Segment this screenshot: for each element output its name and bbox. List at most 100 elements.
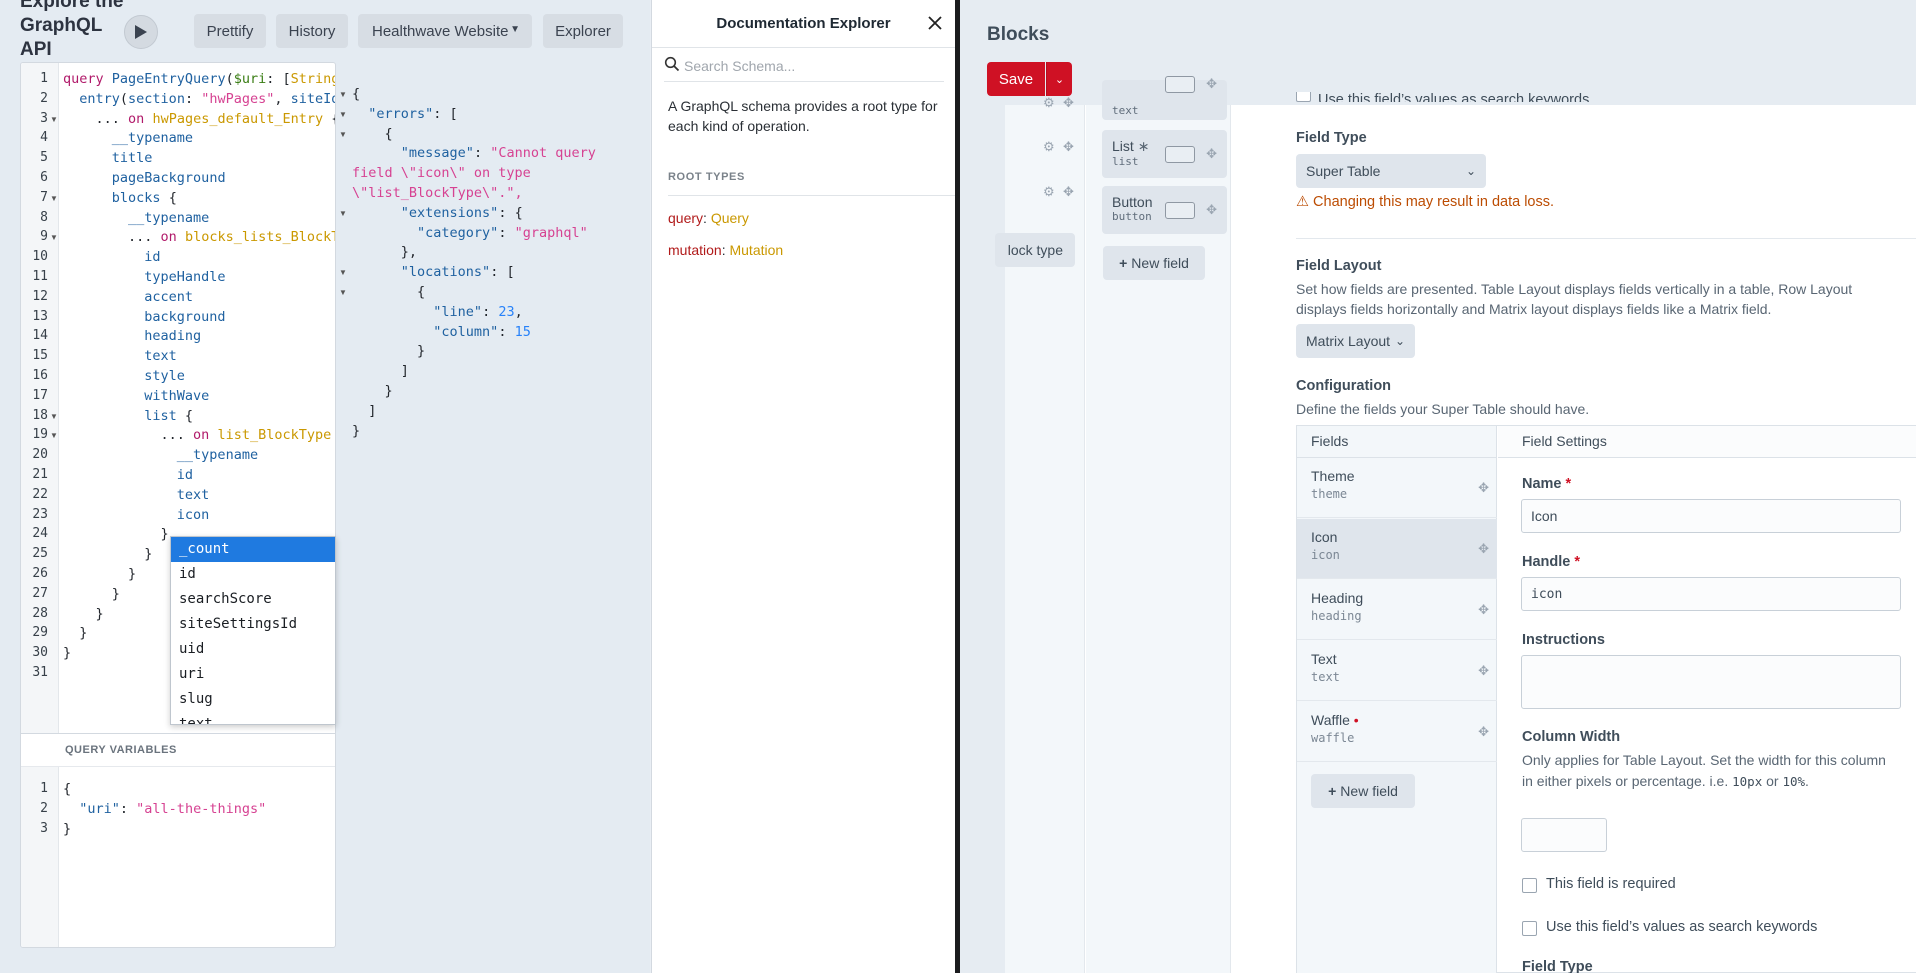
code-line[interactable]: text <box>63 487 210 503</box>
autocomplete-option[interactable]: uri <box>171 662 335 687</box>
code-line[interactable]: } <box>63 546 152 562</box>
autocomplete-dropdown[interactable]: _count id searchScore siteSettingsId uid uri s… <box>170 536 336 725</box>
code-line[interactable]: } <box>63 625 87 641</box>
root-type-query[interactable]: query: Query <box>668 210 749 226</box>
variables-line[interactable]: { <box>63 781 71 797</box>
fold-arrow-icon[interactable]: ▼ <box>339 268 347 277</box>
autocomplete-option[interactable]: searchScore <box>171 587 335 612</box>
root-type-mutation[interactable]: mutation: Mutation <box>668 242 783 258</box>
variables-line[interactable]: } <box>63 821 71 837</box>
move-icon[interactable]: ✥ <box>1206 76 1217 92</box>
autocomplete-option[interactable]: slug <box>171 687 335 712</box>
move-icon[interactable]: ✥ <box>1478 541 1489 557</box>
autocomplete-option[interactable]: _count <box>171 537 335 562</box>
required-checkbox-label[interactable]: This field is required <box>1546 876 1676 892</box>
toggle-icon[interactable] <box>1165 146 1195 163</box>
code-line[interactable]: } <box>63 645 71 661</box>
code-line[interactable]: query PageEntryQuery($uri: [String] <box>63 71 335 87</box>
move-icon[interactable]: ✥ <box>1206 202 1217 218</box>
code-line[interactable]: background <box>63 309 225 325</box>
fold-arrow-icon[interactable]: ▼ <box>50 412 58 421</box>
code-line[interactable]: __typename <box>63 447 258 463</box>
autocomplete-option[interactable]: siteSettingsId <box>171 612 335 637</box>
save-button[interactable]: Save <box>987 62 1045 96</box>
field-item-theme[interactable]: Theme theme ✥ <box>1297 458 1497 518</box>
field-item-heading[interactable]: Heading heading ✥ <box>1297 580 1497 640</box>
gear-icon[interactable]: ⚙ <box>1043 139 1055 155</box>
fold-arrow-icon[interactable]: ▼ <box>339 90 347 99</box>
code-line[interactable]: entry(section: "hwPages", siteId: <box>63 91 335 107</box>
move-icon[interactable]: ✥ <box>1063 95 1074 111</box>
search-keywords-checkbox-label[interactable]: Use this field’s values as search keywor… <box>1546 919 1817 935</box>
search-keywords-checkbox[interactable] <box>1522 921 1537 936</box>
gear-icon[interactable]: ⚙ <box>1043 95 1055 111</box>
block-field-item[interactable]: Button button ✥ <box>1102 186 1227 234</box>
field-item-waffle[interactable]: Waffle • waffle ✥ <box>1297 702 1497 762</box>
fold-arrow-icon[interactable]: ▼ <box>339 130 347 139</box>
field-item-icon[interactable]: Icon icon ✥ <box>1297 519 1497 579</box>
code-line[interactable]: ... on list_BlockType { <box>63 427 335 443</box>
fold-arrow-icon[interactable]: ▼ <box>50 431 58 440</box>
root-type-link[interactable]: Mutation <box>729 242 783 258</box>
site-select[interactable]: Healthwave Website ▼ <box>358 14 532 48</box>
move-icon[interactable]: ✥ <box>1478 480 1489 496</box>
history-button[interactable]: History <box>276 14 348 48</box>
code-line[interactable]: ... on hwPages_default_Entry { <box>63 111 336 127</box>
docs-search-input[interactable]: Search Schema... <box>664 54 944 82</box>
fold-arrow-icon[interactable]: ▼ <box>339 209 347 218</box>
query-variables-label[interactable]: QUERY VARIABLES <box>21 733 335 767</box>
code-line[interactable]: __typename <box>63 210 209 226</box>
code-line[interactable]: __typename <box>63 130 193 146</box>
close-icon[interactable] <box>925 13 945 33</box>
autocomplete-option[interactable]: text <box>171 712 335 724</box>
fold-arrow-icon[interactable]: ▼ <box>50 233 58 242</box>
save-menu-button[interactable]: ⌄ <box>1046 62 1072 96</box>
code-line[interactable]: list { <box>63 408 193 424</box>
name-input[interactable]: Icon <box>1521 499 1901 533</box>
code-line[interactable]: } <box>63 606 104 622</box>
move-icon[interactable]: ✥ <box>1478 663 1489 679</box>
code-line[interactable]: } <box>63 566 136 582</box>
toggle-icon[interactable] <box>1165 76 1195 93</box>
code-line[interactable]: icon <box>63 507 210 523</box>
gear-icon[interactable]: ⚙ <box>1043 184 1055 200</box>
code-line[interactable]: text <box>63 348 177 364</box>
code-line[interactable]: heading <box>63 328 201 344</box>
field-layout-select[interactable]: Matrix Layout ⌄ <box>1296 324 1415 358</box>
code-line[interactable]: title <box>63 150 153 166</box>
code-line[interactable]: ... on blocks_lists_BlockTy <box>63 229 335 245</box>
code-line[interactable]: accent <box>63 289 193 305</box>
code-line[interactable]: style <box>63 368 185 384</box>
move-icon[interactable]: ✥ <box>1063 139 1074 155</box>
code-line[interactable]: typeHandle <box>63 269 225 285</box>
variables-line[interactable]: "uri": "all-the-things" <box>63 801 266 817</box>
fold-arrow-icon[interactable]: ▼ <box>339 288 347 297</box>
code-line[interactable]: id <box>63 467 193 483</box>
prettify-button[interactable]: Prettify <box>194 14 266 48</box>
new-field-button[interactable]: + New field <box>1103 246 1205 280</box>
field-type-select[interactable]: Super Table ⌄ <box>1296 154 1486 188</box>
fold-arrow-icon[interactable]: ▼ <box>50 115 58 124</box>
explorer-button[interactable]: Explorer <box>543 14 623 48</box>
run-query-button[interactable] <box>124 15 158 49</box>
required-checkbox[interactable] <box>1522 878 1537 893</box>
toggle-icon[interactable] <box>1165 202 1195 219</box>
code-line[interactable]: } <box>63 586 120 602</box>
move-icon[interactable]: ✥ <box>1063 184 1074 200</box>
handle-input[interactable]: icon <box>1521 577 1901 611</box>
code-line[interactable]: id <box>63 249 160 265</box>
block-field-item[interactable]: List ∗ list ✥ <box>1102 130 1227 178</box>
code-line[interactable]: blocks { <box>63 190 177 206</box>
instructions-textarea[interactable] <box>1521 655 1901 709</box>
code-line[interactable]: withWave <box>63 388 209 404</box>
new-block-type-button[interactable]: lock type <box>995 233 1075 267</box>
autocomplete-option[interactable]: id <box>171 562 335 587</box>
new-field-button[interactable]: + New field <box>1311 774 1415 808</box>
query-editor[interactable]: 1 2 3 ▼ 4 5 6 7 ▼ 8 9 ▼ 10 11 12 13 14 15 16 17 18 ▼ 19 ▼ 20 21 22… <box>20 62 336 948</box>
move-icon[interactable]: ✥ <box>1478 724 1489 740</box>
field-item-text[interactable]: Text text ✥ <box>1297 641 1497 701</box>
root-type-link[interactable]: Query <box>711 210 749 226</box>
fold-arrow-icon[interactable]: ▼ <box>339 110 347 119</box>
code-line[interactable]: } <box>63 526 169 542</box>
column-width-input[interactable] <box>1521 818 1607 852</box>
